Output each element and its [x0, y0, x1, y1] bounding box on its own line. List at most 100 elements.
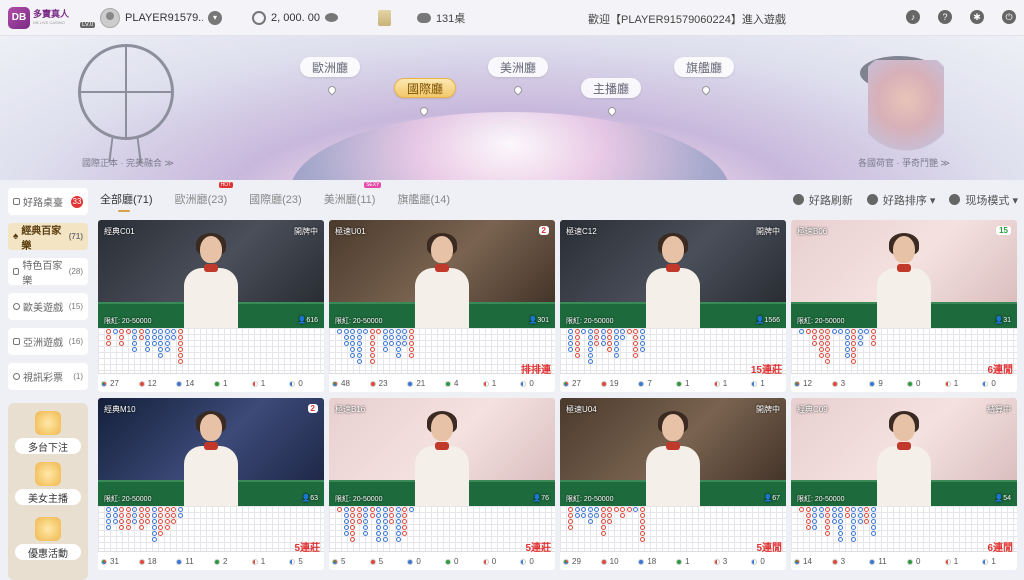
road-bead: [574, 347, 580, 352]
sidebar-item-good-road[interactable]: 好路桌臺 33: [8, 188, 88, 215]
road-bead: [870, 513, 876, 518]
player-icon: [176, 558, 183, 565]
table-card[interactable]: 極速B06 15 限紅: 20-50000 👤31 6連閒 12 3 9 0 1 0: [791, 220, 1017, 392]
playerpair-icon: [520, 558, 527, 565]
sexy-badge: SEXY: [364, 182, 382, 188]
dealer-video[interactable]: 經典M10 2 限紅: 20-50000 👤63: [98, 398, 324, 506]
left-caption[interactable]: 國際正本 · 完美融合 ≫: [82, 156, 174, 169]
road-bead: [851, 335, 856, 340]
mode-button[interactable]: 现场模式 ▾: [949, 192, 1018, 208]
road-bead: [857, 507, 863, 512]
tab-international[interactable]: 國際廳(23): [249, 191, 302, 207]
playerpair-icon: [751, 380, 758, 387]
speaker-icon[interactable]: ♪: [906, 10, 920, 24]
table-card[interactable]: 極速U01 2 限紅: 20-50000 👤301 排排連 48 23 21 4 1 0: [329, 220, 555, 392]
hall-america[interactable]: 美洲廳: [488, 57, 549, 77]
dealer-video[interactable]: 極速C12 開牌中 限紅: 20-50000 👤1566: [560, 220, 786, 328]
sidebar-item-special-baccarat[interactable]: 特色百家樂 (28): [8, 258, 88, 287]
promo-anchor[interactable]: 美女主播: [15, 462, 81, 505]
table-card[interactable]: 經典C09 結算中 限紅: 20-50000 👤54 6連閒 14 3 11 0 1 1: [791, 398, 1017, 570]
road-bead: [633, 353, 638, 358]
road-bead: [119, 513, 124, 518]
road-bead: [607, 513, 612, 518]
hall-flagship[interactable]: 旗艦廳: [674, 57, 735, 77]
sidebar-item-classic-baccarat[interactable]: ♠ 經典百家樂 (71): [8, 223, 88, 252]
road-bead: [818, 341, 824, 346]
table-status: 開牌中: [756, 227, 780, 236]
stat-banker: 3: [829, 379, 867, 388]
dealer-video[interactable]: 經典C01 開牌中 限紅: 20-50000 👤616: [98, 220, 324, 328]
road-bead: [171, 507, 176, 512]
right-caption[interactable]: 各國荷官 · 爭奇鬥艷 ≫: [858, 156, 950, 169]
stat-player: 11: [866, 557, 904, 566]
avatar[interactable]: [100, 7, 120, 28]
tab-all[interactable]: 全部廳(71): [100, 191, 153, 212]
dealer-video[interactable]: 極速B16 限紅: 20-50000 👤76: [329, 398, 555, 506]
road-bead: [568, 507, 573, 512]
tab-flagship[interactable]: 旗艦廳(14): [397, 191, 450, 207]
stat-bankerpair: 1: [249, 379, 287, 388]
road-bead: [395, 513, 401, 518]
dealer-image: [877, 411, 931, 506]
lottery-icon: [13, 373, 20, 380]
road-bead: [805, 329, 811, 334]
road-bead: [382, 335, 388, 340]
sidebar-item-lottery[interactable]: 視訊彩票 (1): [8, 363, 88, 390]
promo-multi-table[interactable]: 多台下注: [15, 411, 81, 454]
table-card[interactable]: 極速C12 開牌中 限紅: 20-50000 👤1566 15連莊 27 19 7 1…: [560, 220, 786, 392]
eye-icon[interactable]: [324, 13, 338, 22]
help-icon[interactable]: ?: [938, 10, 952, 24]
refresh-button[interactable]: 好路刷新: [792, 192, 853, 208]
hall-europe[interactable]: 歐洲廳: [300, 57, 361, 77]
road-bead: [119, 341, 124, 346]
settings-icon[interactable]: ✱: [970, 10, 984, 24]
bankerpair-icon: [482, 380, 489, 387]
logout-icon[interactable]: ⏻: [1002, 10, 1016, 24]
chevron-down-icon[interactable]: ▾: [208, 10, 222, 25]
bankerpair-icon: [944, 380, 951, 387]
table-card[interactable]: 經典M10 2 限紅: 20-50000 👤63 5連莊 31 18 11 2 1 5: [98, 398, 324, 570]
dealer-video[interactable]: 極速B06 15 限紅: 20-50000 👤31: [791, 220, 1017, 328]
hall-anchor[interactable]: 主播廳: [581, 78, 642, 98]
table-card[interactable]: 極速B16 限紅: 20-50000 👤76 5連莊 550000: [329, 398, 555, 570]
card-icon[interactable]: [377, 9, 391, 26]
road-bead: [356, 329, 362, 334]
hall-banner: 國際正本 · 完美融合 ≫ 各國荷官 · 爭奇鬥艷 ≫ 歐洲廳 美洲廳 國際廳 …: [0, 36, 1024, 180]
table-card[interactable]: 經典C01 開牌中 限紅: 20-50000 👤616 27 12 14 1 1 0: [98, 220, 324, 392]
road-bead: [799, 507, 804, 512]
multi-icon: [101, 558, 107, 565]
tab-europe[interactable]: 歐洲廳(23) HOT: [175, 182, 234, 207]
table-count: 131桌: [416, 10, 465, 26]
stat-playerpair: 5: [286, 557, 324, 566]
table-card[interactable]: 極速U04 開牌中 限紅: 20-50000 👤67 5連閒 29 10 18 1 3 0: [560, 398, 786, 570]
stat-playerpair: 0: [748, 557, 786, 566]
road-bead: [408, 341, 414, 346]
hall-international[interactable]: 國際廳: [394, 78, 457, 98]
top-bar: DB 多寶真人 DB LIVE CASINO LV.0 PLAYER91579.…: [0, 0, 1024, 36]
road-bead: [138, 519, 144, 524]
user-info[interactable]: LV.0 PLAYER91579... ▾: [80, 7, 222, 28]
banker-icon: [138, 380, 145, 387]
dealer-video[interactable]: 經典C09 結算中 限紅: 20-50000 👤54: [791, 398, 1017, 506]
road-bead: [125, 525, 131, 530]
tie-icon: [907, 558, 914, 565]
dealer-video[interactable]: 極速U01 2 限紅: 20-50000 👤301: [329, 220, 555, 328]
road-bead: [402, 513, 407, 518]
road-bead: [177, 341, 183, 346]
dealer-video[interactable]: 極速U04 開牌中 限紅: 20-50000 👤67: [560, 398, 786, 506]
road-bead: [343, 341, 349, 346]
road-bead: [851, 359, 856, 364]
sidebar-item-western-games[interactable]: 歐美遊戲 (15): [8, 293, 88, 320]
road-bead: [851, 507, 856, 512]
road-bead: [613, 341, 619, 346]
result-stats: 31 18 11 2 1 5: [98, 553, 324, 570]
road-bead: [356, 513, 362, 518]
promo-offers[interactable]: 優惠活動: [15, 517, 81, 560]
stat-tie: 0: [904, 379, 942, 388]
road-bead: [350, 525, 355, 530]
sidebar-item-asian-games[interactable]: 亞洲遊戲 (16): [8, 328, 88, 355]
sort-button[interactable]: 好路排序 ▾: [866, 192, 935, 208]
tab-america[interactable]: 美洲廳(11) SEXY: [324, 182, 382, 207]
stat-banker: 12: [136, 379, 174, 388]
stat-bankerpair: 1: [942, 379, 980, 388]
